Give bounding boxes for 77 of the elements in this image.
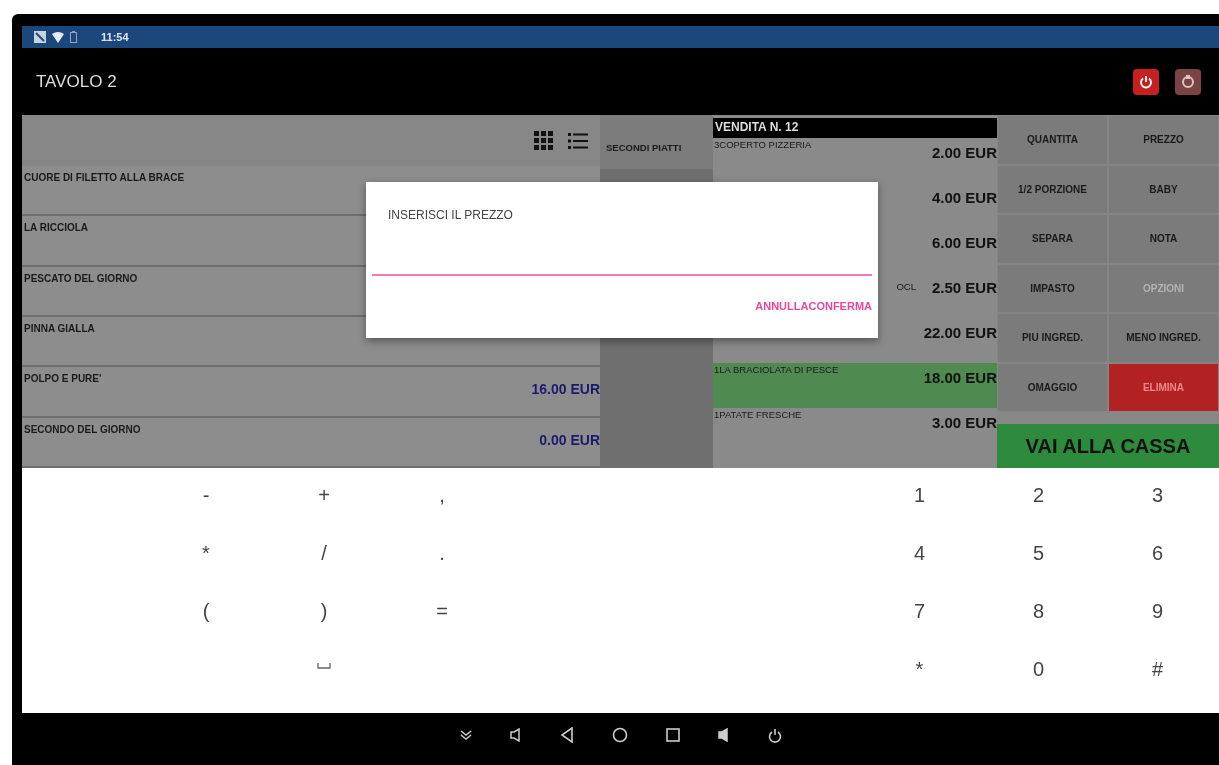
wifi-icon xyxy=(52,31,64,43)
product-price: 16.00 EUR xyxy=(531,380,600,400)
keyboard-key[interactable]: 3 xyxy=(1098,480,1217,538)
order-item-price: 3.00 EUR xyxy=(931,413,997,433)
action-button[interactable]: NOTA xyxy=(1108,214,1219,264)
action-button[interactable]: PIU INGRED. xyxy=(997,313,1108,363)
action-button[interactable]: BABY xyxy=(1108,164,1219,214)
keyboard-key[interactable]: 1 xyxy=(860,480,979,538)
keyboard-key[interactable]: 2 xyxy=(979,480,1098,538)
order-title: VENDITA N. 12 xyxy=(713,118,997,138)
keyboard-key[interactable]: ( xyxy=(147,596,265,654)
keyboard-key[interactable]: 7 xyxy=(860,596,979,654)
order-item-price: 18.00 EUR xyxy=(923,368,997,388)
keyboard-key[interactable]: / xyxy=(265,538,383,596)
power-icon[interactable] xyxy=(767,727,782,743)
product-name: PINNA GIALLA xyxy=(24,322,95,337)
order-item-price: 22.00 EUR xyxy=(923,323,997,343)
keyboard-key[interactable]: + xyxy=(265,480,383,538)
keyboard-key[interactable]: # xyxy=(1098,654,1217,712)
order-item-name: OCL xyxy=(896,280,916,294)
order-item-price: 4.00 EUR xyxy=(931,188,997,208)
product-row[interactable]: SECONDO DEL GIORNO 0.00 EUR xyxy=(22,417,600,468)
order-line[interactable]: 3COPERTO PIZZERIA 2.00 EUR xyxy=(713,138,997,183)
keyboard-key[interactable]: * xyxy=(147,538,265,596)
keyboard-key[interactable]: * xyxy=(860,654,979,712)
status-time: 11:54 xyxy=(101,29,129,45)
action-button[interactable]: PREZZO xyxy=(1108,115,1219,165)
keyboard-key[interactable]: 4 xyxy=(860,538,979,596)
order-item-price: 2.50 EUR xyxy=(931,278,997,298)
notification-icon xyxy=(34,31,46,43)
product-name: SECONDO DEL GIORNO xyxy=(24,422,141,437)
product-price: 0.00 EUR xyxy=(539,430,600,450)
action-button[interactable]: SEPARA xyxy=(997,214,1108,264)
keyboard-key[interactable]: 9 xyxy=(1098,596,1217,654)
action-button[interactable]: OMAGGIO xyxy=(997,362,1108,412)
product-row[interactable]: POLPO E PURE' 16.00 EUR xyxy=(22,367,600,418)
checkout-button[interactable]: VAI ALLA CASSA xyxy=(997,424,1219,468)
power-button[interactable] xyxy=(1133,68,1159,95)
product-name: PESCATO DEL GIORNO xyxy=(24,271,138,286)
order-item-price: 2.00 EUR xyxy=(931,143,997,163)
order-item-name: 3COPERTO PIZZERIA xyxy=(714,138,812,152)
order-item-price: 6.00 EUR xyxy=(931,233,997,253)
keyboard-key[interactable]: 6 xyxy=(1098,538,1217,596)
product-name: POLPO E PURE' xyxy=(24,372,102,387)
dialog-button[interactable]: ANNULLA xyxy=(755,298,809,315)
keyboard-key[interactable]: . xyxy=(383,538,501,596)
screen-title: TAVOLO 2 xyxy=(36,70,117,93)
action-button[interactable]: MENO INGRED. xyxy=(1108,313,1219,363)
speaker-icon[interactable] xyxy=(717,728,730,742)
keyboard-key[interactable]: , xyxy=(383,480,501,538)
product-name: LA RICCIOLA xyxy=(24,221,89,236)
category-item[interactable]: SECONDI PIATTI xyxy=(600,115,713,169)
refresh-button[interactable] xyxy=(1175,68,1201,95)
home-icon[interactable] xyxy=(611,727,628,743)
dialog-button[interactable]: CONFERMA xyxy=(808,298,872,315)
keyboard-key[interactable]: - xyxy=(147,480,265,538)
keyboard-key[interactable]: 0 xyxy=(979,654,1098,712)
back-icon[interactable] xyxy=(559,727,574,743)
grid-view-icon[interactable] xyxy=(534,130,554,151)
battery-icon xyxy=(70,31,77,43)
space-key-icon[interactable] xyxy=(317,662,331,670)
action-button[interactable]: 1/2 PORZIONE xyxy=(997,164,1108,214)
action-button[interactable]: QUANTITA xyxy=(997,115,1108,165)
list-view-icon[interactable] xyxy=(568,131,588,150)
recents-icon[interactable] xyxy=(665,728,680,742)
keyboard-key[interactable]: 5 xyxy=(979,538,1098,596)
order-item-name: 1PATATE FRESCHE xyxy=(714,408,802,422)
power-icon xyxy=(1139,74,1153,89)
action-button[interactable]: IMPASTO xyxy=(997,263,1108,313)
speaker-icon[interactable] xyxy=(509,728,522,742)
keyboard-key[interactable]: ) xyxy=(265,596,383,654)
product-name: CUORE DI FILETTO ALLA BRACE xyxy=(24,171,185,186)
order-item-name: 1LA BRACIOLATA DI PESCE xyxy=(714,363,839,377)
keyboard-key[interactable]: = xyxy=(383,596,501,654)
order-line[interactable]: 1PATATE FRESCHE 3.00 EUR xyxy=(713,408,997,453)
keyboard-key[interactable]: 8 xyxy=(979,596,1098,654)
chevron-down-icon[interactable] xyxy=(459,730,472,740)
